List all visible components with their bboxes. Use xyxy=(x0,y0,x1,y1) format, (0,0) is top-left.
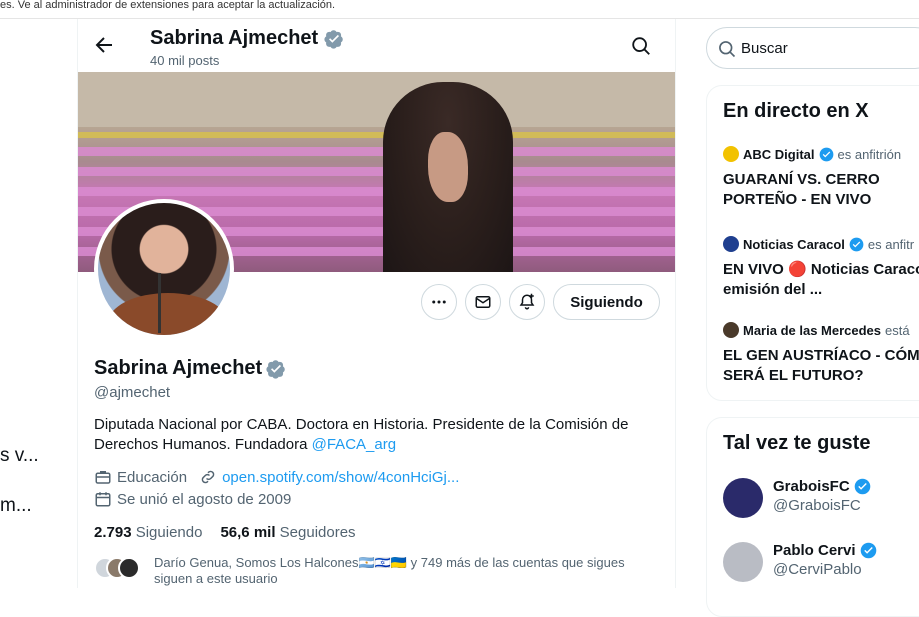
search-input[interactable]: Buscar xyxy=(741,40,788,57)
profile-bio: Diputada Nacional por CABA. Doctora en H… xyxy=(94,416,629,453)
left-nav: s v... m... xyxy=(0,19,76,588)
verified-badge-icon xyxy=(819,147,833,161)
suggestion-item[interactable]: Pablo Cervi @CerviPablo xyxy=(723,542,877,582)
category: Educación xyxy=(94,468,187,486)
live-title: En directo en X xyxy=(723,100,869,122)
website[interactable]: open.spotify.com/show/4conHciGj... xyxy=(199,468,459,486)
joined-label: Se unió el agosto de 2009 xyxy=(117,490,292,508)
profile-name: Sabrina Ajmechet xyxy=(94,357,286,380)
more-dots-icon xyxy=(432,300,446,304)
profile-column: Sabrina Ajmechet 40 mil posts Siguiendo … xyxy=(77,19,676,588)
verified-badge-icon xyxy=(860,542,876,559)
avatar xyxy=(723,478,763,518)
avatar xyxy=(723,542,763,582)
briefcase-icon xyxy=(95,471,111,484)
search-icon xyxy=(719,41,736,58)
suggestion-item[interactable]: GraboisFC @GraboisFC xyxy=(723,478,871,518)
verified-badge-icon xyxy=(854,478,870,495)
header-post-count: 40 mil posts xyxy=(150,53,220,68)
left-fragment-2[interactable]: m... xyxy=(0,495,32,517)
bio-mention-link[interactable]: @FACA_arg xyxy=(312,436,396,453)
profile-handle: @ajmechet xyxy=(94,384,171,401)
link-icon xyxy=(201,470,215,484)
envelope-icon xyxy=(475,296,491,308)
profile-avatar[interactable] xyxy=(94,199,234,339)
suggestions-title: Tal vez te guste xyxy=(723,432,871,454)
profile-header: Sabrina Ajmechet 40 mil posts xyxy=(78,19,675,72)
more-options-button[interactable] xyxy=(421,284,457,320)
noticias-caracol-icon xyxy=(723,236,739,252)
following-button[interactable]: Siguiendo xyxy=(553,284,660,320)
suggestions-card: Tal vez te guste GraboisFC @GraboisFC Pa… xyxy=(706,417,919,617)
profile-meta: Educación open.spotify.com/show/4conHciG… xyxy=(94,468,471,486)
search-box[interactable]: Buscar xyxy=(706,27,919,69)
live-item[interactable]: Noticias Caracol es anfitr EN VIVO 🔴 Not… xyxy=(723,236,919,300)
website-link[interactable]: open.spotify.com/show/4conHciGj... xyxy=(222,469,459,486)
back-arrow-icon[interactable] xyxy=(92,33,116,57)
bell-plus-icon xyxy=(519,293,535,310)
right-sidebar: Buscar En directo en X ABC Digital es an… xyxy=(676,19,919,617)
category-label: Educación xyxy=(117,468,188,486)
followers-link[interactable]: 56,6 mil Seguidores xyxy=(220,524,355,541)
known-followers-avatars xyxy=(94,557,144,579)
verified-badge-icon xyxy=(849,237,864,251)
abc-digital-icon xyxy=(723,146,739,162)
message-button[interactable] xyxy=(465,284,501,320)
notifications-button[interactable] xyxy=(509,284,545,320)
header-name: Sabrina Ajmechet xyxy=(150,27,344,50)
calendar-icon xyxy=(95,492,111,507)
verified-badge-icon xyxy=(324,29,343,49)
live-item[interactable]: ABC Digital es anfitrión GUARANÍ VS. CER… xyxy=(723,146,919,210)
joined-date: Se unió el agosto de 2009 xyxy=(94,490,303,508)
user-avatar xyxy=(723,322,739,338)
extension-notice: es. Ve al administrador de extensiones p… xyxy=(0,0,919,14)
verified-badge-icon xyxy=(266,359,285,379)
live-item[interactable]: Maria de las Mercedes está EL GEN AUSTRÍ… xyxy=(723,322,919,386)
follow-counts: 2.793 Siguiendo 56,6 mil Seguidores xyxy=(94,524,356,541)
following-link[interactable]: 2.793 Siguiendo xyxy=(94,524,202,541)
search-icon[interactable] xyxy=(630,35,652,57)
live-card: En directo en X ABC Digital es anfitrión… xyxy=(706,85,919,401)
left-fragment-1[interactable]: s v... xyxy=(0,445,39,467)
